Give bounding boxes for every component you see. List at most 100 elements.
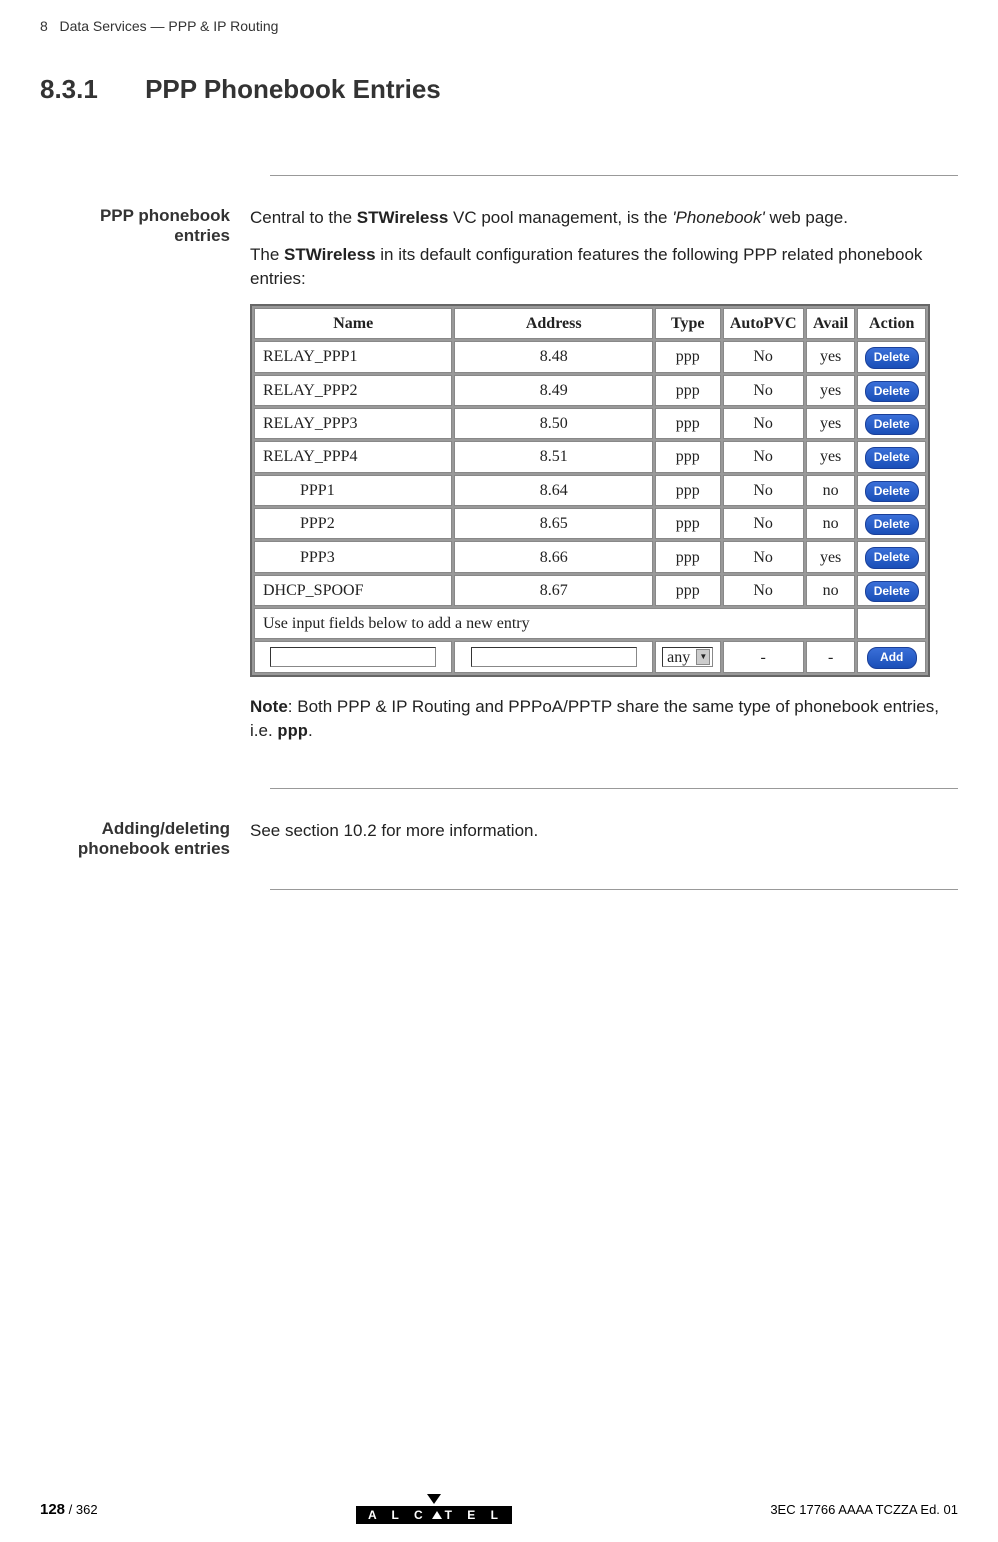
table-row: PPP18.64pppNonoDelete: [254, 475, 926, 506]
table-header: Name Address Type AutoPVC Avail Action: [254, 308, 926, 339]
cell-address: 8.49: [454, 375, 652, 406]
delete-button[interactable]: Delete: [865, 347, 919, 368]
cell-avail: yes: [806, 541, 856, 572]
side-label-adding: Adding/deleting phonebook entries: [40, 819, 250, 859]
hint-text: Use input fields below to add a new entr…: [254, 608, 855, 639]
phonebook-table: Name Address Type AutoPVC Avail Action R…: [250, 304, 930, 677]
divider: [270, 889, 958, 890]
chapter-title: Data Services — PPP & IP Routing: [59, 18, 278, 34]
cell-avail: no: [806, 475, 856, 506]
cell-name: RELAY_PPP1: [254, 341, 452, 372]
delete-button[interactable]: Delete: [865, 547, 919, 568]
input-avail-cell: -: [806, 641, 856, 672]
table-row: RELAY_PPP48.51pppNoyes Delete: [254, 441, 926, 472]
section-number: 8.3.1: [40, 74, 98, 105]
table-row: PPP38.66pppNoyes Delete: [254, 541, 926, 572]
delete-button[interactable]: Delete: [865, 381, 919, 402]
cell-address: 8.66: [454, 541, 652, 572]
input-type-cell: any ▼: [655, 641, 721, 672]
section-heading: 8.3.1 PPP Phonebook Entries: [40, 74, 958, 105]
cell-name: PPP2: [254, 508, 452, 539]
input-action-cell: Add: [857, 641, 926, 672]
input-name-cell: [254, 641, 452, 672]
note-paragraph: Note: Both PPP & IP Routing and PPPoA/PP…: [250, 695, 958, 746]
cell-action: Delete: [857, 575, 926, 606]
cell-name: RELAY_PPP4: [254, 441, 452, 472]
delete-button[interactable]: Delete: [865, 414, 919, 435]
cell-action: Delete: [857, 408, 926, 439]
cell-name: PPP3: [254, 541, 452, 572]
block-adding-deleting: Adding/deleting phonebook entries See se…: [40, 819, 958, 859]
page-number-block: 128 / 362: [40, 1501, 98, 1518]
table-row: PPP28.65pppNonoDelete: [254, 508, 926, 539]
cell-action: Delete: [857, 541, 926, 572]
page-header: 8 Data Services — PPP & IP Routing: [40, 18, 958, 34]
cell-autopvc: No: [723, 541, 804, 572]
type-value: any: [667, 646, 690, 669]
col-avail: Avail: [806, 308, 856, 339]
cell-type: ppp: [655, 341, 721, 372]
delete-button[interactable]: Delete: [865, 514, 919, 535]
logo-up-triangle-icon: [432, 1511, 442, 1519]
table-row: DHCP_SPOOF8.67pppNonoDelete: [254, 575, 926, 606]
cell-address: 8.51: [454, 441, 652, 472]
cell-autopvc: No: [723, 441, 804, 472]
block-ppp-phonebook: PPP phonebook entries Central to the STW…: [40, 206, 958, 758]
cell-action: Delete: [857, 375, 926, 406]
cell-avail: no: [806, 508, 856, 539]
cell-autopvc: No: [723, 341, 804, 372]
address-input[interactable]: [471, 647, 637, 667]
col-address: Address: [454, 308, 652, 339]
col-autopvc: AutoPVC: [723, 308, 804, 339]
table-row: RELAY_PPP18.48pppNoyesDelete: [254, 341, 926, 372]
cell-autopvc: No: [723, 375, 804, 406]
chapter-number: 8: [40, 18, 48, 34]
logo-triangle-icon: [427, 1494, 441, 1504]
cell-address: 8.50: [454, 408, 652, 439]
cell-avail: yes: [806, 441, 856, 472]
cell-type: ppp: [655, 508, 721, 539]
paragraph-2: The STWireless in its default configurat…: [250, 243, 958, 292]
cell-type: ppp: [655, 541, 721, 572]
cell-avail: yes: [806, 408, 856, 439]
col-action: Action: [857, 308, 926, 339]
cell-autopvc: No: [723, 508, 804, 539]
delete-button[interactable]: Delete: [865, 481, 919, 502]
divider: [270, 175, 958, 176]
paragraph-seeinfo: See section 10.2 for more information.: [250, 819, 958, 844]
doc-reference: 3EC 17766 AAAA TCZZA Ed. 01: [770, 1502, 958, 1517]
cell-type: ppp: [655, 475, 721, 506]
type-select[interactable]: any ▼: [662, 647, 713, 667]
table-row: RELAY_PPP38.50pppNoyesDelete: [254, 408, 926, 439]
content-body-adding: See section 10.2 for more information.: [250, 819, 958, 859]
logo-text: A L CT E L: [356, 1506, 512, 1524]
col-type: Type: [655, 308, 721, 339]
cell-avail: yes: [806, 341, 856, 372]
alcatel-logo: A L CT E L: [356, 1494, 512, 1524]
cell-action: Delete: [857, 508, 926, 539]
chevron-down-icon: ▼: [696, 649, 710, 665]
cell-address: 8.64: [454, 475, 652, 506]
input-autopvc-cell: -: [723, 641, 804, 672]
cell-action: Delete: [857, 475, 926, 506]
content-body-phonebook: Central to the STWireless VC pool manage…: [250, 206, 958, 758]
cell-type: ppp: [655, 441, 721, 472]
cell-name: DHCP_SPOOF: [254, 575, 452, 606]
hint-row: Use input fields below to add a new entr…: [254, 608, 926, 639]
input-row: any▼--Add: [254, 641, 926, 672]
page-total: / 362: [65, 1502, 98, 1517]
section-title-text: PPP Phonebook Entries: [145, 74, 441, 104]
add-button[interactable]: Add: [867, 647, 917, 668]
cell-type: ppp: [655, 375, 721, 406]
cell-type: ppp: [655, 575, 721, 606]
delete-button[interactable]: Delete: [865, 447, 919, 468]
name-input[interactable]: [270, 647, 436, 667]
delete-button[interactable]: Delete: [865, 581, 919, 602]
cell-name: RELAY_PPP2: [254, 375, 452, 406]
page-current: 128: [40, 1501, 65, 1518]
side-label-phonebook: PPP phonebook entries: [40, 206, 250, 758]
cell-type: ppp: [655, 408, 721, 439]
page-footer: 128 / 362 A L CT E L 3EC 17766 AAAA TCZZ…: [40, 1494, 958, 1524]
input-address-cell: [454, 641, 652, 672]
cell-avail: no: [806, 575, 856, 606]
